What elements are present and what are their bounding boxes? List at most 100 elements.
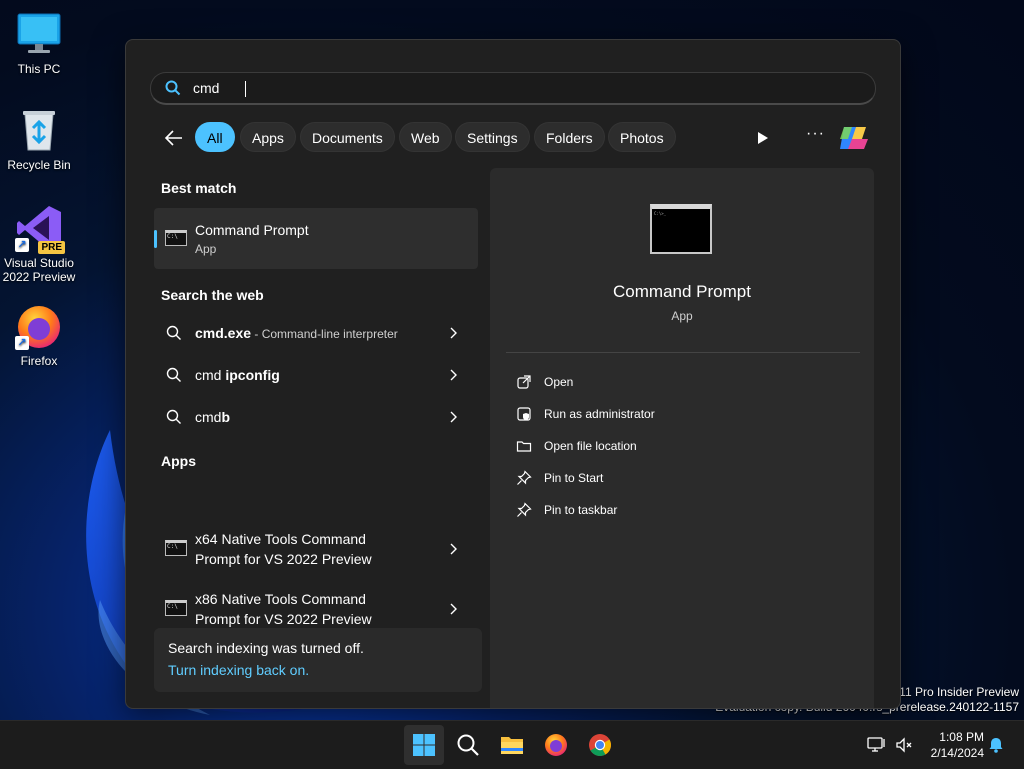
app-result-line-1: x64 Native Tools Command [195,531,366,547]
desktop-icon-firefox[interactable]: ↗ Firefox [1,302,77,368]
windows-logo-icon [413,734,435,756]
action-label: Run as administrator [544,407,655,421]
app-result-line-1: x86 Native Tools Command [195,591,366,607]
open-external-icon [517,375,531,389]
filter-chip-all[interactable]: All [195,122,235,152]
action-label: Open [544,375,574,389]
network-icon[interactable] [866,735,886,755]
web-result-cmdb[interactable]: cmdb [154,398,478,438]
copilot-icon[interactable] [838,123,870,153]
chrome-icon [589,734,611,756]
web-result-description: - Command-line interpreter [251,327,398,341]
shortcut-arrow-icon: ↗ [15,336,29,350]
taskbar-firefox[interactable] [536,725,576,765]
app-result-line-2: Prompt for VS 2022 Preview [195,551,372,567]
start-button[interactable] [404,725,444,765]
text-caret [245,81,246,97]
clock-time: 1:08 PM [939,730,984,744]
preview-title: Command Prompt [613,282,751,301]
command-prompt-large-icon: C:\>_ [650,204,712,254]
section-heading-web: Search the web [161,287,264,303]
play-icon[interactable] [752,128,772,148]
action-label: Pin to Start [544,471,604,485]
indexing-notice: Search indexing was turned off. Turn ind… [154,628,482,692]
section-heading-best-match: Best match [161,180,237,196]
app-result-line-2: Prompt for VS 2022 Preview [195,611,372,627]
web-result-completion: b [221,409,231,425]
start-search-panel: All Apps Documents Web Settings Folders … [125,39,901,709]
pin-icon [517,470,532,485]
notification-bell-icon[interactable] [987,736,1005,754]
web-result-query: cmd.exe [195,325,252,341]
app-result-x64-native-tools[interactable]: C:\ x64 Native Tools Command Prompt for … [154,521,478,577]
indexing-notice-text: Search indexing was turned off. [168,640,364,656]
app-result-text: x86 Native Tools Command Prompt for VS 2… [195,589,372,629]
taskbar-chrome[interactable] [580,725,620,765]
preview-type: App [671,309,693,323]
chevron-right-icon[interactable] [448,410,458,424]
desktop-icon-this-pc[interactable]: This PC [1,10,77,76]
command-prompt-icon: C:\ [165,540,187,556]
shortcut-arrow-icon: ↗ [15,238,29,252]
web-result-text: cmd.exe - Command-line interpreter [195,325,398,341]
taskbar-file-explorer[interactable] [492,725,532,765]
visual-studio-icon: PRE ↗ [15,204,65,254]
chevron-right-icon[interactable] [448,368,458,382]
web-result-query: cmd [195,409,222,425]
filter-bar: All Apps Documents Web Settings Folders … [126,122,900,154]
search-icon [165,80,181,96]
app-result-text: x64 Native Tools Command Prompt for VS 2… [195,529,372,569]
search-icon [166,325,181,340]
best-match-command-prompt[interactable]: C:\ Command Prompt App [154,208,478,269]
web-result-query: cmd [195,367,226,383]
result-type: App [195,242,217,256]
command-prompt-icon: C:\ [165,230,187,246]
search-icon [166,367,181,382]
filter-chip-folders[interactable]: Folders [534,122,605,152]
filter-chip-apps[interactable]: Apps [240,122,296,152]
folder-icon [516,441,532,452]
search-icon [457,734,479,756]
selection-indicator [154,230,157,248]
monitor-icon [15,10,63,58]
filter-chip-settings[interactable]: Settings [455,122,530,152]
back-arrow-icon[interactable] [162,126,186,150]
desktop-icon-visual-studio[interactable]: PRE ↗ Visual Studio 2022 Preview [1,204,77,284]
taskbar-search-button[interactable] [448,725,488,765]
filter-chip-photos[interactable]: Photos [608,122,676,152]
filter-chip-web[interactable]: Web [399,122,452,152]
chevron-right-icon[interactable] [448,542,458,556]
pin-icon [517,502,532,517]
web-result-text: cmdb [195,409,230,425]
action-label: Pin to taskbar [544,503,618,517]
command-prompt-icon: C:\ [165,600,187,616]
preview-badge: PRE [38,241,65,254]
more-options-icon[interactable]: ··· [806,125,825,143]
web-result-text: cmd ipconfig [195,367,280,383]
shield-admin-icon [517,407,531,421]
web-result-cmd-ipconfig[interactable]: cmd ipconfig [154,356,478,396]
volume-muted-icon[interactable] [894,735,914,755]
clock-date: 2/14/2024 [930,746,984,760]
clock[interactable]: 1:08 PM 2/14/2024 [931,729,984,761]
recycle-bin-icon [15,106,63,154]
chevron-right-icon[interactable] [448,326,458,340]
taskbar: 1:08 PM 2/14/2024 [0,720,1024,769]
search-icon [166,409,181,424]
filter-chip-documents[interactable]: Documents [300,122,395,152]
firefox-icon: ↗ [15,302,63,350]
chevron-right-icon[interactable] [448,602,458,616]
desktop-icon-label: This PC [17,62,61,76]
desktop-icon-recycle-bin[interactable]: Recycle Bin [1,106,77,172]
firefox-icon [545,734,567,756]
search-box[interactable] [150,72,876,105]
web-result-completion: ipconfig [225,367,280,383]
result-title: Command Prompt [195,222,309,238]
desktop-icon-label: Recycle Bin [7,158,71,172]
search-input[interactable] [193,77,853,99]
file-explorer-icon [501,737,523,754]
desktop-icon-label: Firefox [20,354,58,368]
web-result-cmd-exe[interactable]: cmd.exe - Command-line interpreter [154,314,478,354]
turn-indexing-on-link[interactable]: Turn indexing back on. [168,662,309,678]
divider [506,352,860,353]
